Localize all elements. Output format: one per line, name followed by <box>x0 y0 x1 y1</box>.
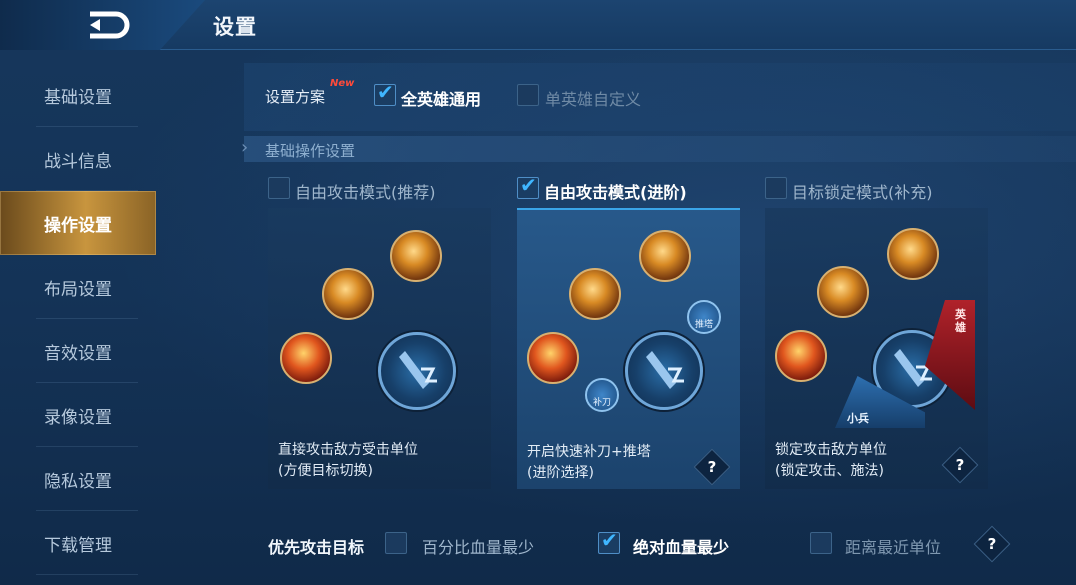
question-icon: ? <box>987 535 997 553</box>
section-title: 基础操作设置 <box>265 142 356 160</box>
sidebar-item-basic[interactable]: 基础设置 <box>0 63 156 127</box>
mode-lock-target-label[interactable]: 目标锁定模式(补充) <box>792 179 933 203</box>
skill-2-icon <box>817 266 869 318</box>
sidebar-item-controls[interactable]: 操作设置 <box>0 191 156 255</box>
sidebar-item-downloads[interactable]: 下载管理 <box>0 511 156 575</box>
card-desc-line-2: (进阶选择) <box>527 465 594 481</box>
skill-2-icon <box>322 268 374 320</box>
card-description: 开启快速补刀+推塔 (进阶选择) <box>527 442 651 484</box>
sidebar-item-privacy[interactable]: 隐私设置 <box>0 447 156 511</box>
back-arrow-icon <box>90 11 130 39</box>
priority-absolute-hp-checkbox[interactable]: ✔ <box>598 528 620 554</box>
sidebar-item-label: 下载管理 <box>44 535 112 556</box>
last-hit-button-icon: 补刀 <box>585 378 619 412</box>
skill-1-icon <box>280 332 332 384</box>
single-hero-checkbox[interactable] <box>517 84 539 106</box>
card-description: 锁定攻击敌方单位 (锁定攻击、施法) <box>775 440 887 482</box>
priority-absolute-hp-label[interactable]: 绝对血量最少 <box>633 534 729 558</box>
priority-nearest-label[interactable]: 距离最近单位 <box>845 534 941 558</box>
card-desc-line-1: 直接攻击敌方受击单位 <box>278 442 418 458</box>
mode-free-advanced-label[interactable]: 自由攻击模式(进阶) <box>544 179 687 203</box>
skill-1-icon <box>527 332 579 384</box>
mode-free-recommended-checkbox[interactable] <box>268 177 290 199</box>
mode-lock-target-checkbox[interactable] <box>765 177 787 199</box>
chevron-right-icon: › <box>241 137 249 158</box>
sidebar-item-label: 操作设置 <box>44 215 112 236</box>
sidebar-item-layout[interactable]: 布局设置 <box>0 255 156 319</box>
attack-button-icon <box>625 332 703 410</box>
single-hero-label[interactable]: 单英雄自定义 <box>545 86 641 110</box>
sidebar-item-battle-info[interactable]: 战斗信息 <box>0 127 156 191</box>
priority-percent-hp-checkbox[interactable] <box>385 532 407 554</box>
question-icon: ? <box>955 456 965 474</box>
mode-card-lock-target[interactable]: 英雄 小兵 锁定攻击敌方单位 (锁定攻击、施法) ? <box>765 208 988 489</box>
checkmark-icon: ✔ <box>601 528 618 552</box>
priority-nearest-checkbox[interactable] <box>810 532 832 554</box>
card-desc-line-2: (方便目标切换) <box>278 463 373 479</box>
mode-free-advanced-checkbox[interactable]: ✔ <box>517 173 539 199</box>
sidebar: 基础设置 战斗信息 操作设置 布局设置 音效设置 录像设置 隐私设置 下载管理 <box>0 63 156 575</box>
skill-2-icon <box>569 268 621 320</box>
sidebar-item-label: 战斗信息 <box>44 151 112 172</box>
sidebar-item-label: 基础设置 <box>44 87 112 108</box>
question-icon: ? <box>707 458 717 476</box>
sidebar-item-label: 布局设置 <box>44 279 112 300</box>
skill-1-icon <box>775 330 827 382</box>
lock-hero-label: 英雄 <box>955 308 966 334</box>
mode-card-free-recommended[interactable]: 直接攻击敌方受击单位 (方便目标切换) <box>268 208 491 489</box>
skill-3-icon <box>887 228 939 280</box>
help-button[interactable]: ? <box>693 448 731 486</box>
push-tower-button-icon: 推塔 <box>687 300 721 334</box>
last-hit-label: 补刀 <box>592 398 611 408</box>
card-desc-line-2: (锁定攻击、施法) <box>775 463 884 479</box>
sidebar-item-sound[interactable]: 音效设置 <box>0 319 156 383</box>
page-title: 设置 <box>213 15 257 39</box>
scheme-label: 设置方案 <box>265 88 326 106</box>
checkmark-icon: ✔ <box>520 173 537 197</box>
sidebar-item-label: 录像设置 <box>44 407 112 428</box>
sidebar-item-label: 隐私设置 <box>44 471 112 492</box>
all-heroes-label[interactable]: 全英雄通用 <box>401 86 481 110</box>
sidebar-item-replay[interactable]: 录像设置 <box>0 383 156 447</box>
card-desc-line-1: 开启快速补刀+推塔 <box>527 444 651 460</box>
checkmark-icon: ✔ <box>377 80 394 104</box>
all-heroes-checkbox[interactable]: ✔ <box>374 80 396 106</box>
scheme-panel <box>244 63 1076 131</box>
push-tower-label: 推塔 <box>694 320 713 330</box>
mode-free-recommended-label[interactable]: 自由攻击模式(推荐) <box>295 179 436 203</box>
skill-3-icon <box>639 230 691 282</box>
new-badge: New <box>330 78 355 89</box>
skill-3-icon <box>390 230 442 282</box>
lock-minion-label: 小兵 <box>847 412 869 425</box>
help-button[interactable]: ? <box>941 446 979 484</box>
attack-button-icon <box>378 332 456 410</box>
priority-percent-hp-label[interactable]: 百分比血量最少 <box>422 534 534 558</box>
section-header <box>244 136 1076 162</box>
card-description: 直接攻击敌方受击单位 (方便目标切换) <box>278 440 418 482</box>
card-desc-line-1: 锁定攻击敌方单位 <box>775 442 887 458</box>
priority-label: 优先攻击目标 <box>268 538 365 557</box>
mode-card-free-advanced[interactable]: 推塔 补刀 开启快速补刀+推塔 (进阶选择) ? <box>517 208 740 489</box>
sidebar-item-label: 音效设置 <box>44 343 112 364</box>
